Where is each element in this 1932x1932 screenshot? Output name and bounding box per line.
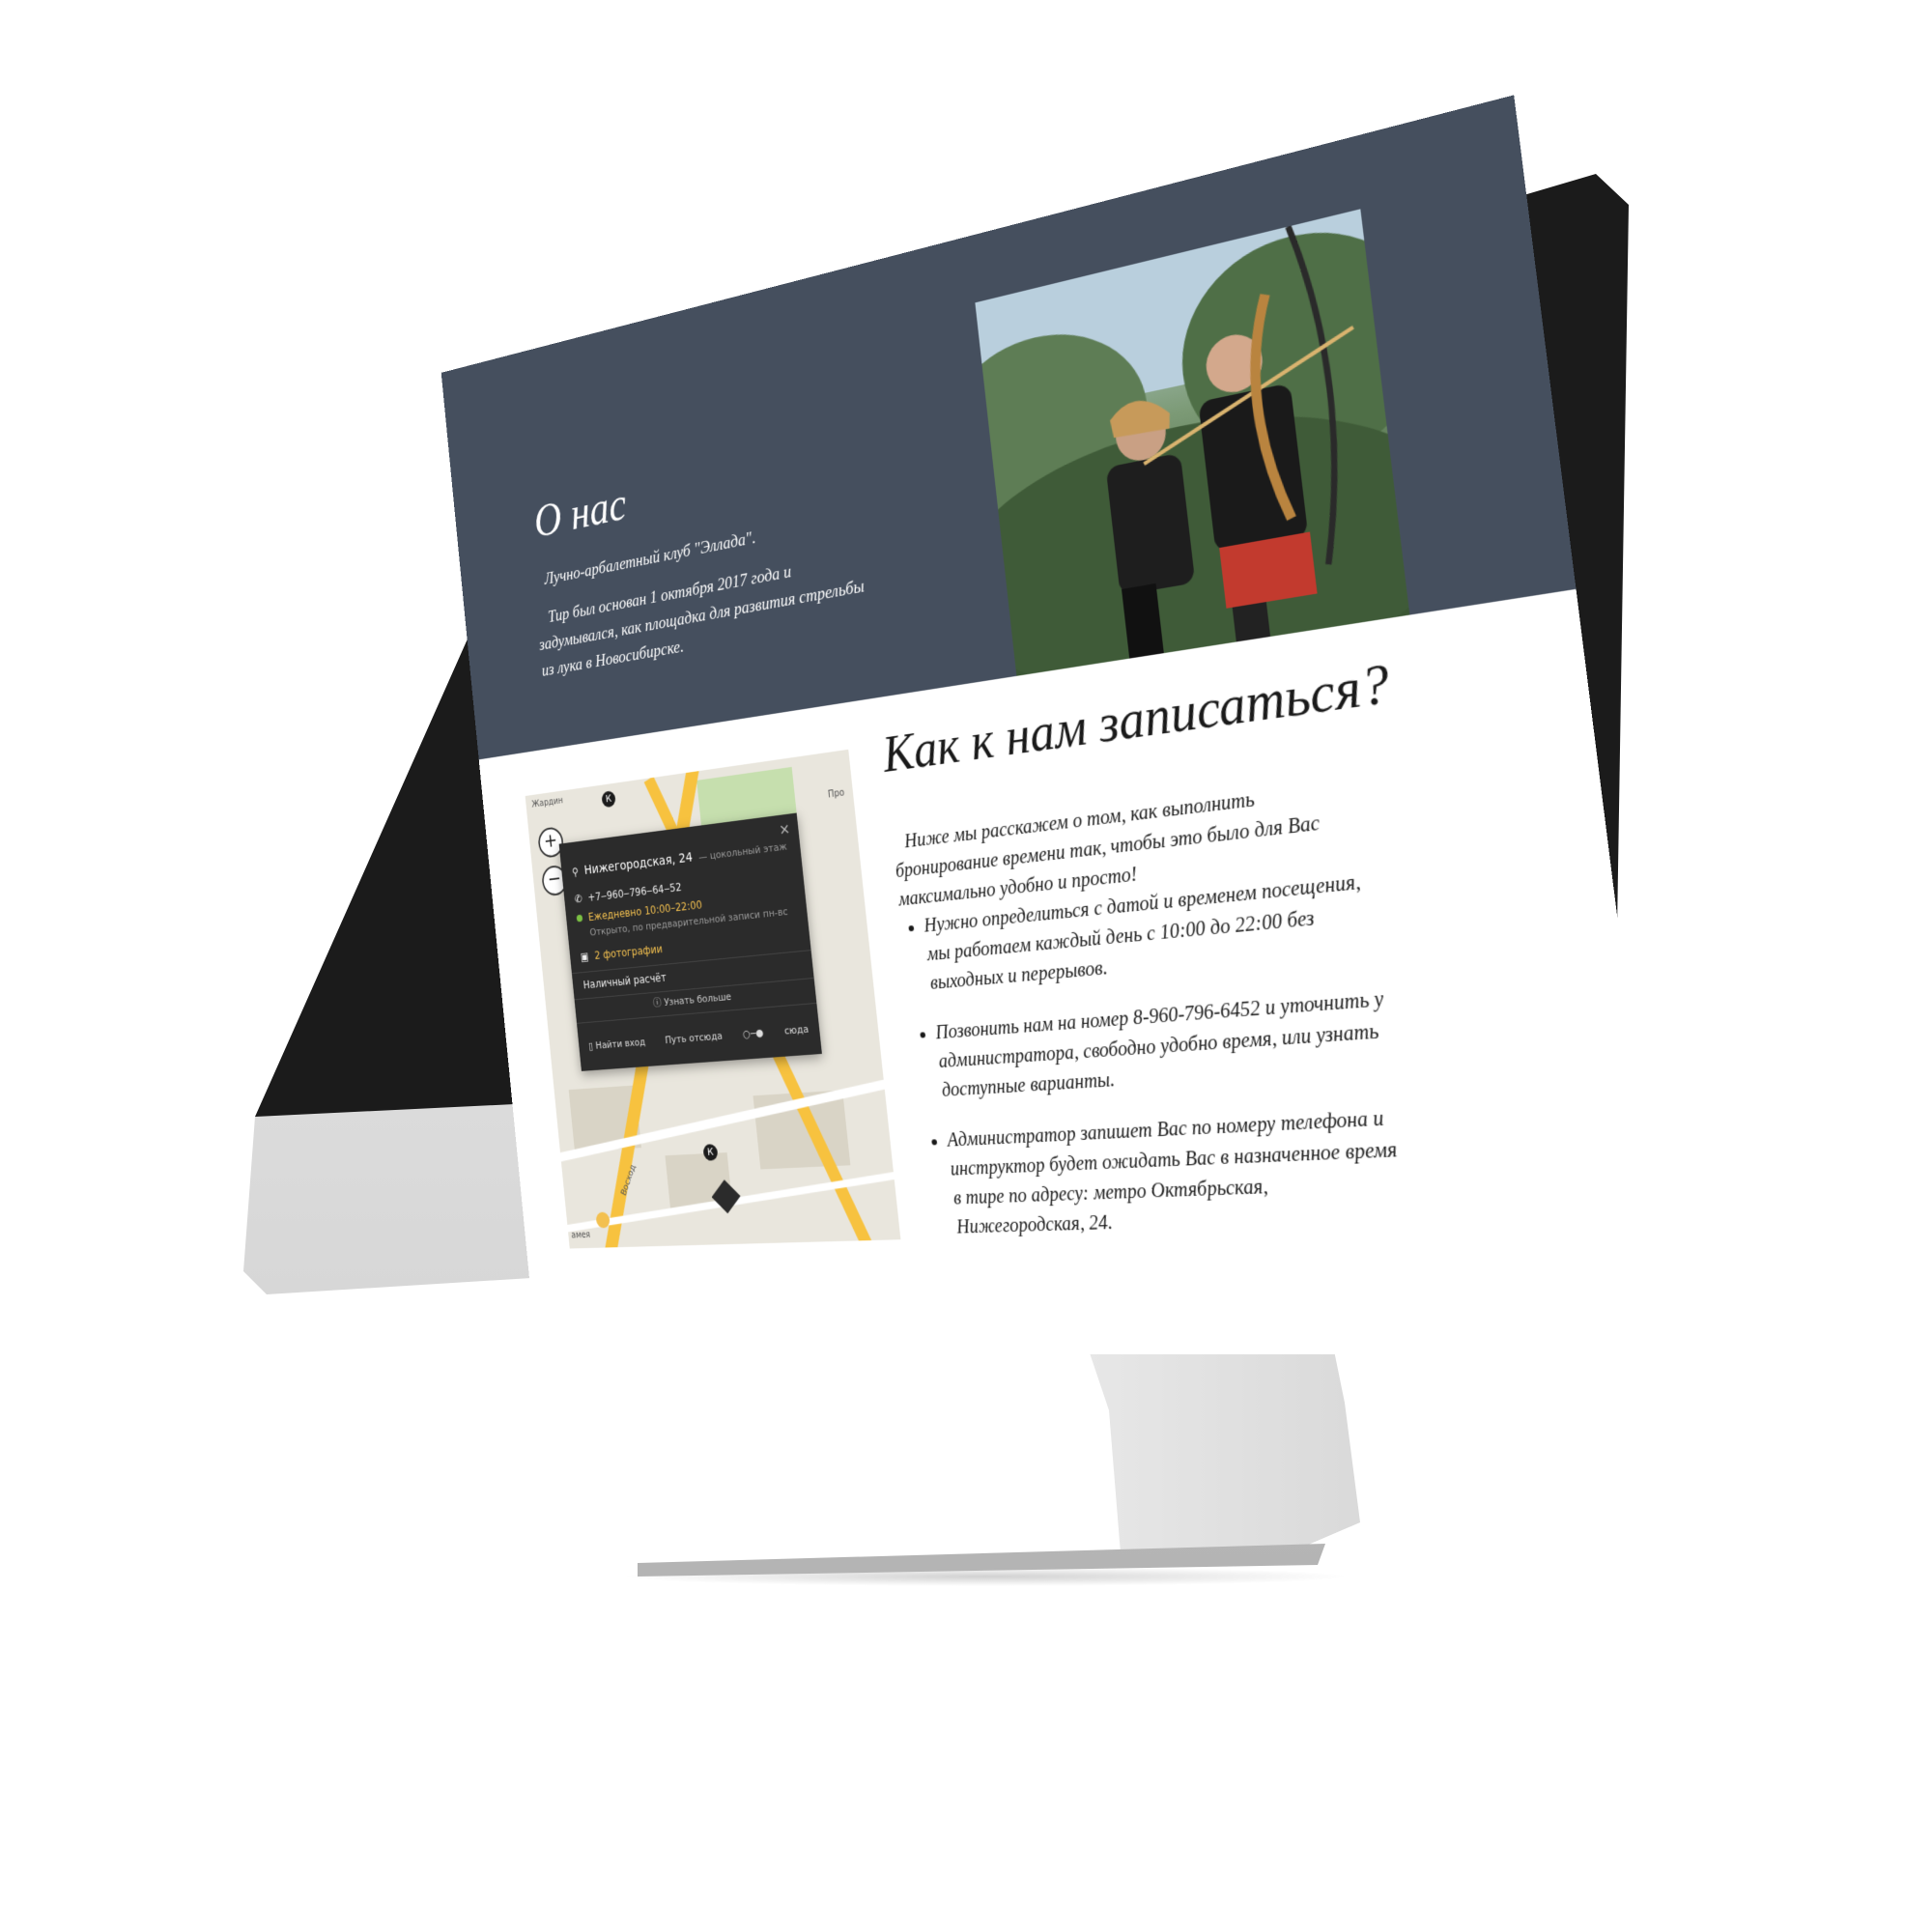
booking-steps: Нужно определиться с датой и временем по… xyxy=(900,866,1417,1264)
place-popup: × ⚲ Нижегородская, 24 — цокольный этаж ✆… xyxy=(559,813,822,1071)
popup-address: Нижегородская, 24 xyxy=(583,850,693,877)
map-street-label: Жардин xyxy=(531,796,563,810)
popup-photos-row: ▣ 2 фотографии xyxy=(580,943,663,963)
route-to-button[interactable]: сюда xyxy=(783,1023,809,1037)
screen-area: О нас Лучно-арбалетный клуб "Эллада". Ти… xyxy=(377,240,1565,1350)
map-street-label: Про xyxy=(828,788,845,801)
popup-payment-row: Наличный расчёт xyxy=(582,971,667,991)
find-entrance-label: Найти вход xyxy=(595,1036,646,1051)
popup-address-note: — цокольный этаж xyxy=(698,839,787,862)
popup-payment: Наличный расчёт xyxy=(582,971,667,991)
open-status-icon xyxy=(577,915,583,923)
route-from-button[interactable]: Путь отсюда xyxy=(665,1030,723,1046)
popup-address-row: ⚲ Нижегородская, 24 — цокольный этаж xyxy=(571,838,787,879)
archers-illustration xyxy=(975,209,1409,675)
popup-actions: ▯ Найти вход Путь отсюда ○─● сюда xyxy=(578,1009,821,1065)
close-icon[interactable]: × xyxy=(779,819,791,838)
route-icon: ○─● xyxy=(742,1026,764,1039)
phone-icon: ✆ xyxy=(574,893,582,906)
popup-phone[interactable]: +7‒960‒796‒64‒52 xyxy=(587,881,682,904)
about-title: О нас xyxy=(532,477,629,548)
booking-step: Администратор запишет Вас по номеру теле… xyxy=(946,1102,1414,1242)
web-page[interactable]: О нас Лучно-арбалетный клуб "Эллада". Ти… xyxy=(441,95,1672,1354)
yandex-map[interactable]: Жардин Про амея Восход + − К К × ⚲ Нижег… xyxy=(526,750,901,1249)
booking-step: Позвонить нам на номер 8-960-796-6452 и … xyxy=(934,983,1397,1105)
monitor: О нас Лучно-арбалетный клуб "Эллада". Ти… xyxy=(0,0,1932,1932)
photo-icon: ▣ xyxy=(580,951,589,964)
archers-photo xyxy=(975,209,1409,675)
find-entrance-button[interactable]: ▯ Найти вход xyxy=(588,1036,646,1052)
learn-more-label: Узнать больше xyxy=(664,990,732,1008)
map-street-label: амея xyxy=(571,1231,591,1241)
location-icon: ⚲ xyxy=(572,866,580,878)
metro-pin-icon[interactable]: К xyxy=(601,790,615,808)
popup-photos-link[interactable]: 2 фотографии xyxy=(594,943,663,962)
